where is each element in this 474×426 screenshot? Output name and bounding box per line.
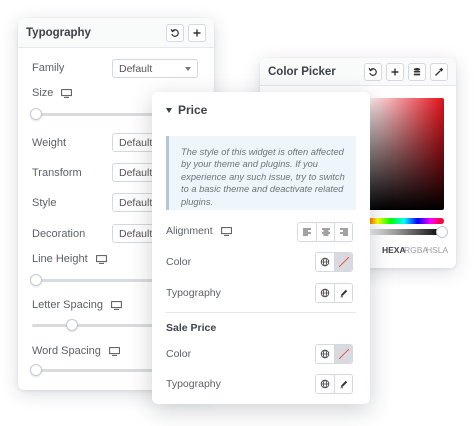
transform-select-value: Default bbox=[119, 167, 153, 179]
letter-spacing-slider-handle[interactable] bbox=[66, 319, 78, 331]
add-button[interactable] bbox=[188, 23, 206, 42]
format-hexa[interactable]: HEXA bbox=[382, 245, 406, 255]
price-section-header[interactable]: Price bbox=[152, 92, 370, 128]
sale-global-color-button[interactable] bbox=[316, 345, 334, 363]
color-picker-header: Color Picker bbox=[260, 58, 456, 86]
reset-button[interactable] bbox=[364, 62, 382, 81]
align-left-button[interactable] bbox=[298, 223, 316, 241]
family-label: Family bbox=[32, 62, 65, 74]
color-swatch[interactable] bbox=[334, 253, 352, 271]
sale-global-typography-button[interactable] bbox=[316, 375, 334, 393]
alignment-control bbox=[297, 222, 353, 242]
no-color-icon bbox=[338, 257, 349, 267]
global-typography-button[interactable] bbox=[316, 284, 334, 302]
format-hsla[interactable]: HSLA bbox=[426, 245, 448, 255]
add-color-button[interactable] bbox=[386, 62, 404, 81]
align-left-icon bbox=[303, 228, 311, 236]
color-label: Color bbox=[166, 256, 192, 268]
caret-down-icon bbox=[166, 107, 172, 113]
typography-control bbox=[315, 283, 353, 303]
size-slider-handle[interactable] bbox=[30, 108, 42, 120]
sale-edit-typography-button[interactable] bbox=[334, 375, 352, 393]
align-center-icon bbox=[321, 228, 330, 236]
section-divider bbox=[166, 312, 356, 313]
hue-slider[interactable] bbox=[364, 218, 444, 224]
alpha-slider-handle[interactable] bbox=[436, 226, 448, 238]
size-label: Size bbox=[32, 87, 54, 99]
align-right-icon bbox=[339, 228, 348, 236]
sale-color-swatch[interactable] bbox=[334, 345, 352, 363]
family-select-value: Default bbox=[119, 63, 153, 75]
alignment-label: Alignment bbox=[166, 225, 213, 237]
typography-panel-title: Typography bbox=[26, 26, 91, 39]
color-picker-title: Color Picker bbox=[268, 65, 336, 78]
no-color-icon bbox=[338, 349, 349, 359]
color-control bbox=[315, 252, 353, 272]
plus-icon bbox=[391, 68, 399, 75]
transform-label: Transform bbox=[32, 167, 82, 179]
sale-color-control bbox=[315, 344, 353, 364]
sale-typography-control bbox=[315, 374, 353, 394]
typography-panel-header: Typography bbox=[18, 18, 214, 48]
globe-icon bbox=[320, 349, 330, 359]
reset-icon bbox=[170, 28, 179, 37]
desktop-icon[interactable] bbox=[95, 254, 107, 264]
letter-spacing-label: Letter Spacing bbox=[32, 299, 103, 311]
style-select-value: Default bbox=[119, 197, 153, 209]
database-icon bbox=[413, 67, 421, 75]
decoration-label: Decoration bbox=[32, 228, 86, 240]
price-panel: Price The style of this widget is often … bbox=[152, 92, 370, 404]
pencil-icon bbox=[340, 380, 347, 389]
globe-icon bbox=[320, 379, 330, 389]
desktop-icon[interactable] bbox=[220, 226, 232, 236]
line-height-label: Line Height bbox=[32, 253, 88, 265]
style-label: Style bbox=[32, 197, 57, 209]
globe-icon bbox=[320, 257, 330, 267]
letter-spacing-label-row: Letter Spacing bbox=[32, 299, 122, 311]
alpha-slider[interactable] bbox=[364, 229, 444, 235]
line-height-label-row: Line Height bbox=[32, 253, 107, 265]
eyedropper-button[interactable] bbox=[430, 62, 448, 81]
desktop-icon[interactable] bbox=[111, 300, 122, 310]
pencil-icon bbox=[340, 289, 347, 298]
desktop-icon[interactable] bbox=[61, 88, 73, 98]
weight-select-value: Default bbox=[119, 137, 153, 149]
word-spacing-label-row: Word Spacing bbox=[32, 345, 120, 357]
weight-label: Weight bbox=[32, 137, 67, 149]
theme-notice: The style of this widget is often affect… bbox=[166, 136, 356, 210]
chevron-down-icon bbox=[185, 67, 191, 71]
eyedropper-icon bbox=[435, 67, 444, 76]
globe-icon bbox=[320, 288, 330, 298]
size-label-row: Size bbox=[32, 87, 73, 99]
global-color-button[interactable] bbox=[316, 253, 334, 271]
format-rgba[interactable]: RGBA bbox=[404, 245, 428, 255]
edit-typography-button[interactable] bbox=[334, 284, 352, 302]
sale-color-label: Color bbox=[166, 348, 192, 360]
word-spacing-slider-handle[interactable] bbox=[30, 364, 42, 376]
align-right-button[interactable] bbox=[334, 223, 352, 241]
sale-typography-label: Typography bbox=[166, 378, 221, 390]
typography-label: Typography bbox=[166, 287, 221, 299]
global-colors-button[interactable] bbox=[408, 62, 426, 81]
plus-icon bbox=[193, 29, 201, 36]
saturation-area[interactable] bbox=[364, 98, 444, 210]
reset-button[interactable] bbox=[166, 23, 184, 42]
sale-price-title: Sale Price bbox=[166, 322, 217, 334]
word-spacing-label: Word Spacing bbox=[32, 345, 101, 357]
line-height-slider-handle[interactable] bbox=[30, 274, 42, 286]
decoration-select-value: Default bbox=[119, 228, 153, 240]
align-center-button[interactable] bbox=[316, 223, 334, 241]
reset-icon bbox=[368, 67, 377, 76]
price-section-title: Price bbox=[178, 103, 208, 117]
desktop-icon[interactable] bbox=[108, 346, 120, 356]
family-select[interactable]: Default bbox=[112, 59, 198, 78]
alignment-label-row: Alignment bbox=[166, 225, 232, 237]
